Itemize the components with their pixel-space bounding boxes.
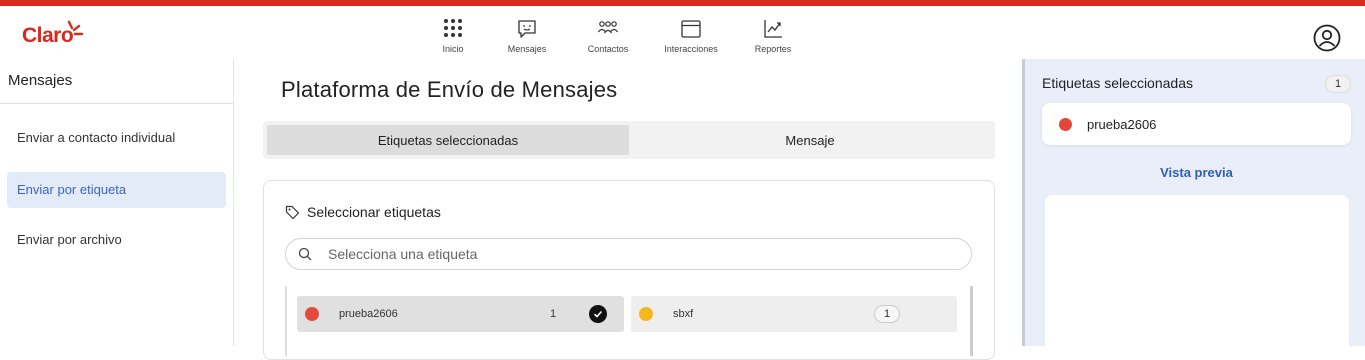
nav-label: Mensajes: [507, 44, 547, 54]
tag-search-input[interactable]: [328, 246, 928, 262]
page-title: Plataforma de Envío de Mensajes: [281, 77, 618, 102]
select-tags-card: Seleccionar etiquetas prueba2606 1 sbxf: [263, 180, 995, 360]
nav-mensajes[interactable]: Mensajes: [486, 18, 568, 54]
nav-reportes[interactable]: Reportes: [734, 18, 812, 54]
sidebar-title: Mensajes: [0, 59, 233, 104]
panel-title: Etiquetas seleccionadas: [1042, 75, 1193, 91]
tag-count: 1: [550, 308, 557, 320]
selected-tag-card: prueba2606: [1042, 103, 1351, 145]
user-avatar-icon[interactable]: [1313, 24, 1341, 52]
nav-interacciones[interactable]: Interacciones: [648, 18, 734, 54]
tag-item-prueba2606[interactable]: prueba2606 1: [297, 296, 624, 332]
nav-label: Reportes: [754, 44, 792, 54]
nav-label: Inicio: [442, 44, 464, 54]
grid-icon: [444, 19, 462, 37]
selected-tags-panel: Etiquetas seleccionadas 1 prueba2606 Vis…: [1022, 59, 1365, 355]
selected-count-badge: 1: [1325, 75, 1351, 93]
window-icon: [681, 20, 701, 38]
selected-tag-item: prueba2606: [1059, 117, 1156, 132]
tag-search: [285, 238, 972, 270]
contacts-icon: [598, 21, 618, 34]
tag-name: sbxf: [673, 308, 694, 320]
tab-mensaje[interactable]: Mensaje: [629, 125, 991, 155]
nav-label: Interacciones: [664, 44, 718, 54]
sidebar: Mensajes Enviar a contacto individual En…: [0, 59, 234, 346]
card-title: Seleccionar etiquetas: [285, 204, 441, 220]
search-icon: [298, 247, 312, 261]
nav-inicio[interactable]: Inicio: [420, 18, 486, 54]
nav-contactos[interactable]: Contactos: [568, 18, 648, 54]
tag-color-dot: [1059, 118, 1072, 131]
header: Claro Inicio Mensajes Contactos Interacc…: [0, 6, 1365, 59]
preview-box: [1045, 195, 1349, 355]
tab-etiquetas-seleccionadas[interactable]: Etiquetas seleccionadas: [267, 125, 629, 155]
sidebar-item-individual[interactable]: Enviar a contacto individual: [7, 120, 226, 156]
tag-color-dot: [305, 307, 319, 321]
preview-link[interactable]: Vista previa: [1025, 165, 1365, 180]
tag-icon: [285, 205, 300, 219]
message-icon: [518, 20, 536, 38]
logo-rays-icon: [67, 20, 84, 36]
sidebar-item-archivo[interactable]: Enviar por archivo: [7, 222, 226, 258]
tag-name: prueba2606: [339, 308, 398, 320]
selected-tag-name: prueba2606: [1087, 117, 1157, 132]
check-icon: [589, 305, 607, 323]
chart-icon: [764, 20, 782, 38]
tag-item-sbxf[interactable]: sbxf 1: [631, 296, 957, 332]
tab-bar: Etiquetas seleccionadas Mensaje: [263, 121, 995, 159]
card-title-label: Seleccionar etiquetas: [307, 204, 441, 220]
tag-count: 1: [874, 305, 900, 323]
claro-logo[interactable]: Claro: [22, 20, 84, 50]
tag-color-dot: [639, 307, 653, 321]
sidebar-item-etiqueta[interactable]: Enviar por etiqueta: [7, 172, 226, 208]
main-nav: Inicio Mensajes Contactos Interacciones …: [420, 18, 812, 54]
main-content: Plataforma de Envío de Mensajes Etiqueta…: [234, 59, 1022, 360]
nav-label: Contactos: [587, 44, 629, 54]
